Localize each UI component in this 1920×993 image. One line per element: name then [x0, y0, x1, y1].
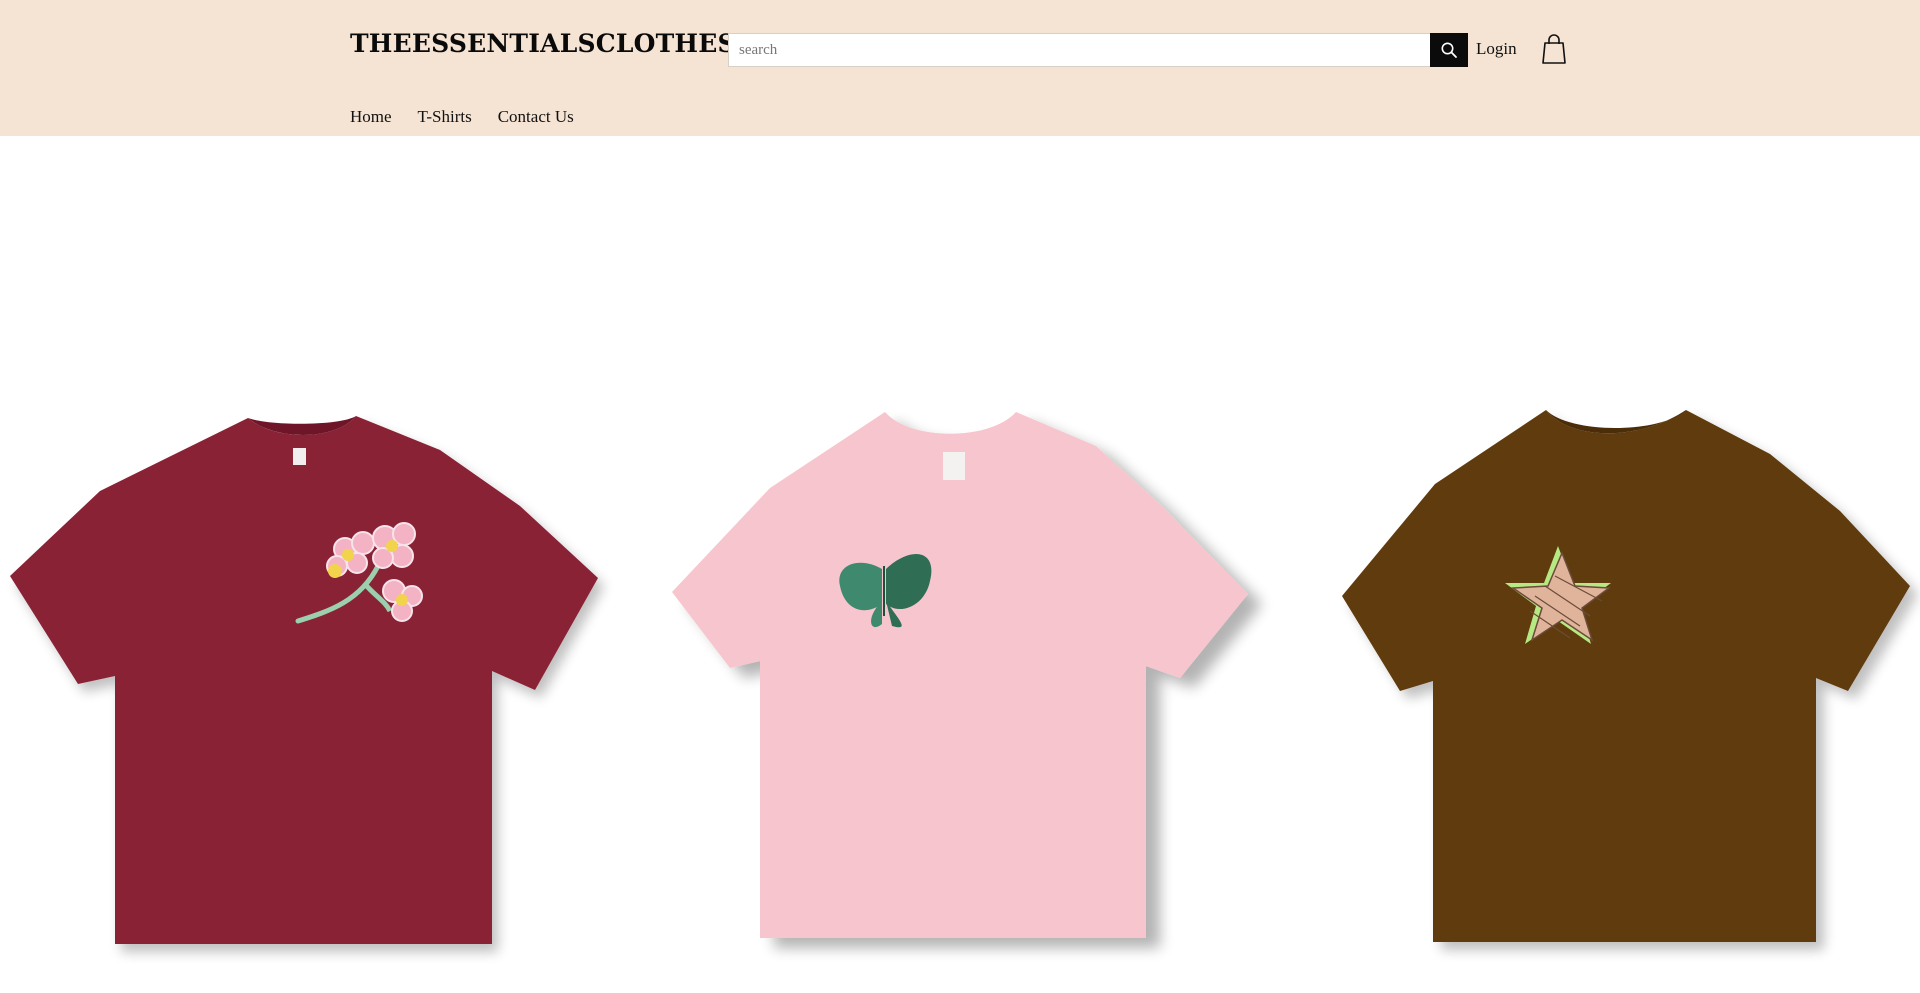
nav-home[interactable]: Home — [350, 107, 392, 127]
brown-star-tshirt-image — [1342, 410, 1910, 942]
login-link[interactable]: Login — [1476, 39, 1517, 59]
cart-button[interactable] — [1542, 33, 1566, 65]
product-card-brown[interactable] — [1320, 266, 1920, 986]
main-nav: Home T-Shirts Contact Us — [350, 107, 574, 127]
search-input[interactable] — [729, 34, 1429, 66]
site-header: THEESSENTIALSCLOTHES Login Home T-Shirts… — [0, 0, 1920, 136]
product-card-pink[interactable] — [660, 266, 1280, 986]
site-logo[interactable]: THEESSENTIALSCLOTHES — [350, 29, 736, 58]
burgundy-flower-tshirt-image — [10, 416, 598, 944]
search-bar — [728, 33, 1468, 67]
nav-contact-us[interactable]: Contact Us — [498, 107, 574, 127]
search-icon — [1441, 42, 1457, 58]
search-button[interactable] — [1430, 33, 1468, 67]
pink-butterfly-tshirt-image — [672, 412, 1248, 938]
product-card-burgundy[interactable] — [0, 266, 620, 986]
nav-tshirts[interactable]: T-Shirts — [418, 107, 472, 127]
product-gallery — [0, 136, 1920, 993]
shopping-bag-icon — [1542, 34, 1566, 64]
